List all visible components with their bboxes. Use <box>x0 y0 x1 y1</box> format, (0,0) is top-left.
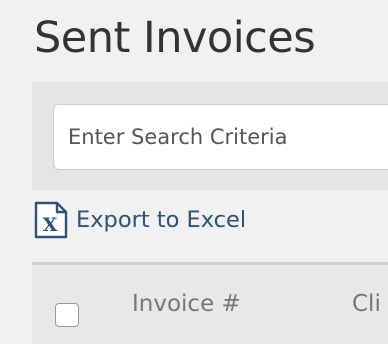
search-panel <box>32 82 388 190</box>
page-title: Sent Invoices <box>34 13 316 63</box>
excel-file-icon: X <box>34 201 68 239</box>
column-header-invoice-number[interactable]: Invoice # <box>132 291 241 317</box>
column-header-client[interactable]: Cli <box>352 291 381 317</box>
excel-icon-letter: X <box>43 214 58 236</box>
select-all-checkbox[interactable] <box>55 303 79 327</box>
invoice-table: Invoice # Cli <box>32 262 388 344</box>
search-input[interactable] <box>53 104 388 170</box>
table-header-row: Invoice # Cli <box>32 265 388 344</box>
export-to-excel-link[interactable]: X Export to Excel <box>34 200 246 240</box>
export-label: Export to Excel <box>76 207 247 233</box>
